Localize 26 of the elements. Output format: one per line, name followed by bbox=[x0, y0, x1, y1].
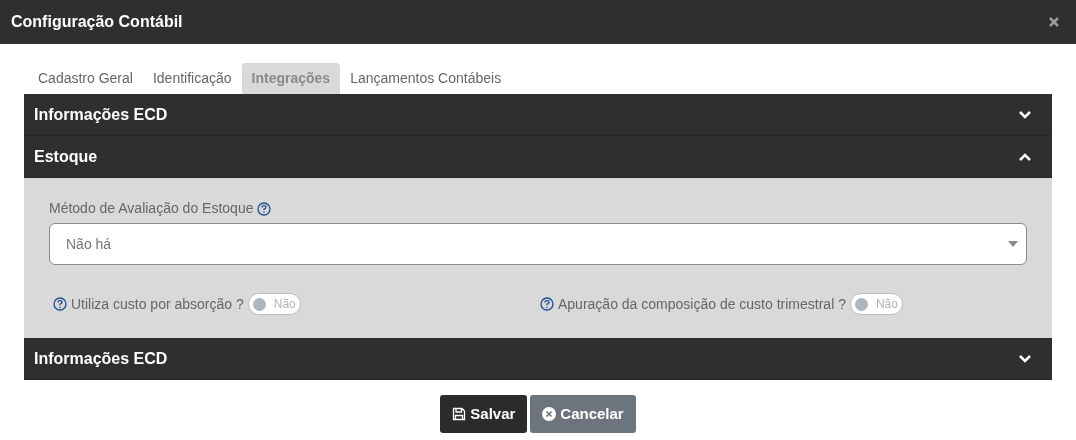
help-icon[interactable] bbox=[257, 201, 272, 216]
save-button[interactable]: Salvar bbox=[440, 395, 528, 433]
tab[interactable]: Lançamentos Contábeis bbox=[340, 63, 512, 94]
accordion-header[interactable]: Informações ECD bbox=[24, 94, 1052, 136]
cancel-circle-icon bbox=[542, 407, 557, 421]
chevron-down-icon bbox=[1018, 109, 1032, 120]
toggle-state: Não bbox=[273, 296, 296, 313]
chevron-up-icon bbox=[1018, 151, 1032, 162]
help-icon[interactable] bbox=[53, 297, 67, 311]
cancel-button[interactable]: Cancelar bbox=[530, 395, 636, 433]
toggle-knob bbox=[854, 297, 868, 311]
dropdown-caret-icon bbox=[1008, 241, 1018, 247]
tab[interactable]: Identificação bbox=[142, 63, 242, 94]
dialog-title: Configuração Contábil bbox=[11, 12, 183, 32]
tab[interactable]: Cadastro Geral bbox=[28, 63, 143, 94]
accordion-header[interactable]: Estoque bbox=[24, 136, 1052, 178]
chevron-down-icon bbox=[1018, 353, 1032, 364]
close-icon[interactable] bbox=[1048, 16, 1060, 28]
toggle-state: Não bbox=[875, 296, 898, 313]
accordion-header[interactable]: Informações ECD bbox=[24, 338, 1052, 380]
toggle-label: Utiliza custo por absorção ? bbox=[71, 294, 244, 314]
select-field[interactable]: Não há bbox=[49, 223, 1027, 265]
toggle-label: Apuração da composição de custo trimestral ? bbox=[558, 294, 846, 314]
field-label: Método de Avaliação do Estoque bbox=[49, 199, 254, 218]
help-icon[interactable] bbox=[540, 297, 554, 311]
toggle-knob bbox=[252, 297, 266, 311]
